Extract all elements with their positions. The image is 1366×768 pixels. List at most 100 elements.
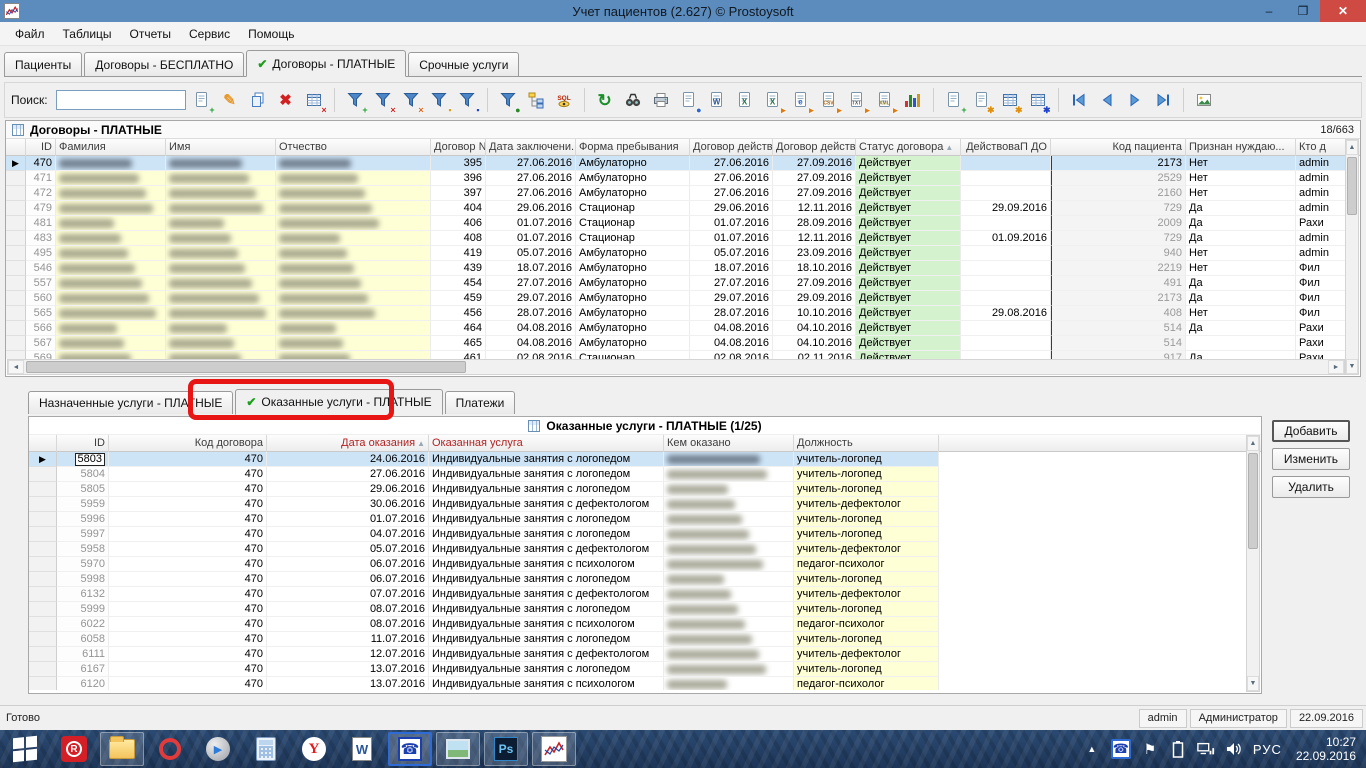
services-col-header-1[interactable]: Код договора <box>109 435 267 452</box>
services-vscrollbar[interactable]: ▲ ▼ <box>1246 435 1260 692</box>
patients-app-icon[interactable] <box>532 732 576 766</box>
group-tree-icon[interactable] <box>524 87 548 113</box>
nav-prev-icon[interactable] <box>1095 87 1119 113</box>
tray-chevron-up-icon[interactable]: ▲ <box>1083 740 1101 758</box>
edit-record-icon[interactable]: ✎ <box>218 87 242 113</box>
edit-button[interactable]: Изменить <box>1272 448 1350 470</box>
services-row-11[interactable]: 602247008.07.2016Индивидуальные занятия … <box>29 617 1261 632</box>
services-row-2[interactable]: 580547029.06.2016Индивидуальные занятия … <box>29 482 1261 497</box>
export-excel-icon[interactable]: X <box>733 87 757 113</box>
contracts-col-header-8[interactable]: Договор действу... <box>773 139 856 156</box>
services-tab-0[interactable]: Назначенные услуги - ПЛАТНЫЕ <box>28 391 233 414</box>
contracts-hscrollbar[interactable]: ◄ ► <box>7 359 1345 375</box>
contracts-row-12[interactable]: 56746504.08.2016Амбулаторно04.08.201604.… <box>6 336 1360 351</box>
contracts-col-header-0[interactable]: ID <box>26 139 56 156</box>
scroll-up-icon[interactable]: ▲ <box>1247 436 1259 451</box>
tab-0[interactable]: Пациенты <box>4 52 82 76</box>
scroll-right-icon[interactable]: ► <box>1328 360 1344 374</box>
services-col-header-0[interactable]: ID <box>57 435 109 452</box>
scroll-down-icon[interactable]: ▼ <box>1247 676 1259 691</box>
hscroll-thumb[interactable] <box>26 361 466 373</box>
contracts-col-header-10[interactable]: ДействоваП ДО <box>961 139 1051 156</box>
scroll-up-icon[interactable]: ▲ <box>1346 140 1358 155</box>
services-row-14[interactable]: 616747013.07.2016Индивидуальные занятия … <box>29 662 1261 677</box>
services-row-9[interactable]: 613247007.07.2016Индивидуальные занятия … <box>29 587 1261 602</box>
contracts-row-11[interactable]: 56646404.08.2016Амбулаторно04.08.201604.… <box>6 321 1360 336</box>
phone-app-icon[interactable]: ☎ <box>388 732 432 766</box>
contracts-row-9[interactable]: 56045929.07.2016Амбулаторно29.07.201629.… <box>6 291 1360 306</box>
filter-open-icon[interactable]: ▪ <box>427 87 451 113</box>
contracts-row-3[interactable]: 47940429.06.2016Стационар29.06.201612.11… <box>6 201 1360 216</box>
menu-item-3[interactable]: Сервис <box>180 24 239 44</box>
contracts-row-4[interactable]: 48140601.07.2016Стационар01.07.201628.09… <box>6 216 1360 231</box>
tray-network-icon[interactable] <box>1197 740 1215 758</box>
export-word-icon[interactable]: W <box>705 87 729 113</box>
nav-last-icon[interactable] <box>1151 87 1175 113</box>
tray-phone-icon[interactable]: ☎ <box>1111 739 1131 759</box>
contracts-vscrollbar[interactable]: ▲ ▼ <box>1345 139 1359 375</box>
contracts-col-header-9[interactable]: Статус договора▲ <box>856 139 961 156</box>
filter-save-icon[interactable]: ▪ <box>455 87 479 113</box>
tray-volume-icon[interactable] <box>1225 740 1243 758</box>
calculator-icon[interactable] <box>244 732 288 766</box>
export-csv-icon[interactable]: CSV▸ <box>817 87 841 113</box>
contracts-row-0[interactable]: ▶47039527.06.2016Амбулаторно27.06.201627… <box>6 156 1360 171</box>
field-settings-icon[interactable]: ✱ <box>970 87 994 113</box>
file-explorer-icon[interactable] <box>100 732 144 766</box>
find-icon[interactable] <box>621 87 645 113</box>
menu-item-0[interactable]: Файл <box>6 24 54 44</box>
minimize-button[interactable]: – <box>1252 0 1286 22</box>
word-icon[interactable]: W <box>340 732 384 766</box>
filter-delete-icon[interactable]: × <box>371 87 395 113</box>
export-excel-file-icon[interactable]: X▸ <box>761 87 785 113</box>
services-row-12[interactable]: 605847011.07.2016Индивидуальные занятия … <box>29 632 1261 647</box>
services-row-1[interactable]: 580447027.06.2016Индивидуальные занятия … <box>29 467 1261 482</box>
services-row-3[interactable]: 595947030.06.2016Индивидуальные занятия … <box>29 497 1261 512</box>
contracts-col-header-2[interactable]: Имя <box>166 139 276 156</box>
add-field-icon[interactable]: + <box>942 87 966 113</box>
media-player-icon[interactable]: ▶ <box>196 732 240 766</box>
services-col-header-2[interactable]: Дата оказания▲ <box>267 435 429 452</box>
contracts-col-header-6[interactable]: Форма пребывания <box>576 139 690 156</box>
sql-filter-icon[interactable]: SQL <box>552 87 576 113</box>
contracts-row-10[interactable]: 56545628.07.2016Амбулаторно28.07.201610.… <box>6 306 1360 321</box>
search-input[interactable] <box>56 90 186 110</box>
tray-battery-icon[interactable] <box>1169 740 1187 758</box>
vscroll-thumb[interactable] <box>1248 453 1258 549</box>
nav-first-icon[interactable] <box>1067 87 1091 113</box>
chart-icon[interactable] <box>901 87 925 113</box>
contracts-col-header-13[interactable]: Кто д <box>1296 139 1350 156</box>
services-row-8[interactable]: 599847006.07.2016Индивидуальные занятия … <box>29 572 1261 587</box>
export-xml-icon[interactable]: XML▸ <box>873 87 897 113</box>
export-txt-icon[interactable]: TXT▸ <box>845 87 869 113</box>
contracts-col-header-11[interactable]: Код пациента <box>1051 139 1186 156</box>
menu-item-1[interactable]: Таблицы <box>54 24 121 44</box>
tab-1[interactable]: Договоры - БЕСПЛАТНО <box>84 52 244 76</box>
table-designer-icon[interactable]: ✱ <box>1026 87 1050 113</box>
start-button[interactable] <box>0 730 50 768</box>
services-tab-2[interactable]: Платежи <box>445 391 516 414</box>
scroll-down-icon[interactable]: ▼ <box>1346 359 1358 374</box>
tray-flag-icon[interactable]: ⚑ <box>1141 740 1159 758</box>
menu-item-4[interactable]: Помощь <box>239 24 303 44</box>
services-tab-1[interactable]: ✔Оказанные услуги - ПЛАТНЫЕ <box>235 389 442 415</box>
contracts-col-header-12[interactable]: Признан нуждаю... <box>1186 139 1296 156</box>
contracts-row-8[interactable]: 55745427.07.2016Амбулаторно27.07.201627.… <box>6 276 1360 291</box>
photoshop-icon[interactable]: Ps <box>484 732 528 766</box>
menu-item-2[interactable]: Отчеты <box>121 24 180 44</box>
services-col-header-3[interactable]: Оказанная услуга <box>429 435 664 452</box>
services-row-15[interactable]: 612047013.07.2016Индивидуальные занятия … <box>29 677 1261 690</box>
scroll-left-icon[interactable]: ◄ <box>8 360 24 374</box>
delete-table-rows-icon[interactable]: × <box>302 87 326 113</box>
filter-clear-icon[interactable]: × <box>399 87 423 113</box>
contracts-row-2[interactable]: 47239727.06.2016Амбулаторно27.06.201627.… <box>6 186 1360 201</box>
contracts-col-header-3[interactable]: Отчество <box>276 139 431 156</box>
export-email-icon[interactable]: e▸ <box>789 87 813 113</box>
contracts-row-6[interactable]: 49541905.07.2016Амбулаторно05.07.201623.… <box>6 246 1360 261</box>
language-indicator[interactable]: РУС <box>1253 742 1282 757</box>
opera-browser-icon[interactable] <box>148 732 192 766</box>
services-row-6[interactable]: 595847005.07.2016Индивидуальные занятия … <box>29 542 1261 557</box>
contracts-col-header-7[interactable]: Договор действу... <box>690 139 773 156</box>
tab-2[interactable]: ✔Договоры - ПЛАТНЫЕ <box>246 50 406 77</box>
add-record-icon[interactable]: + <box>190 87 214 113</box>
